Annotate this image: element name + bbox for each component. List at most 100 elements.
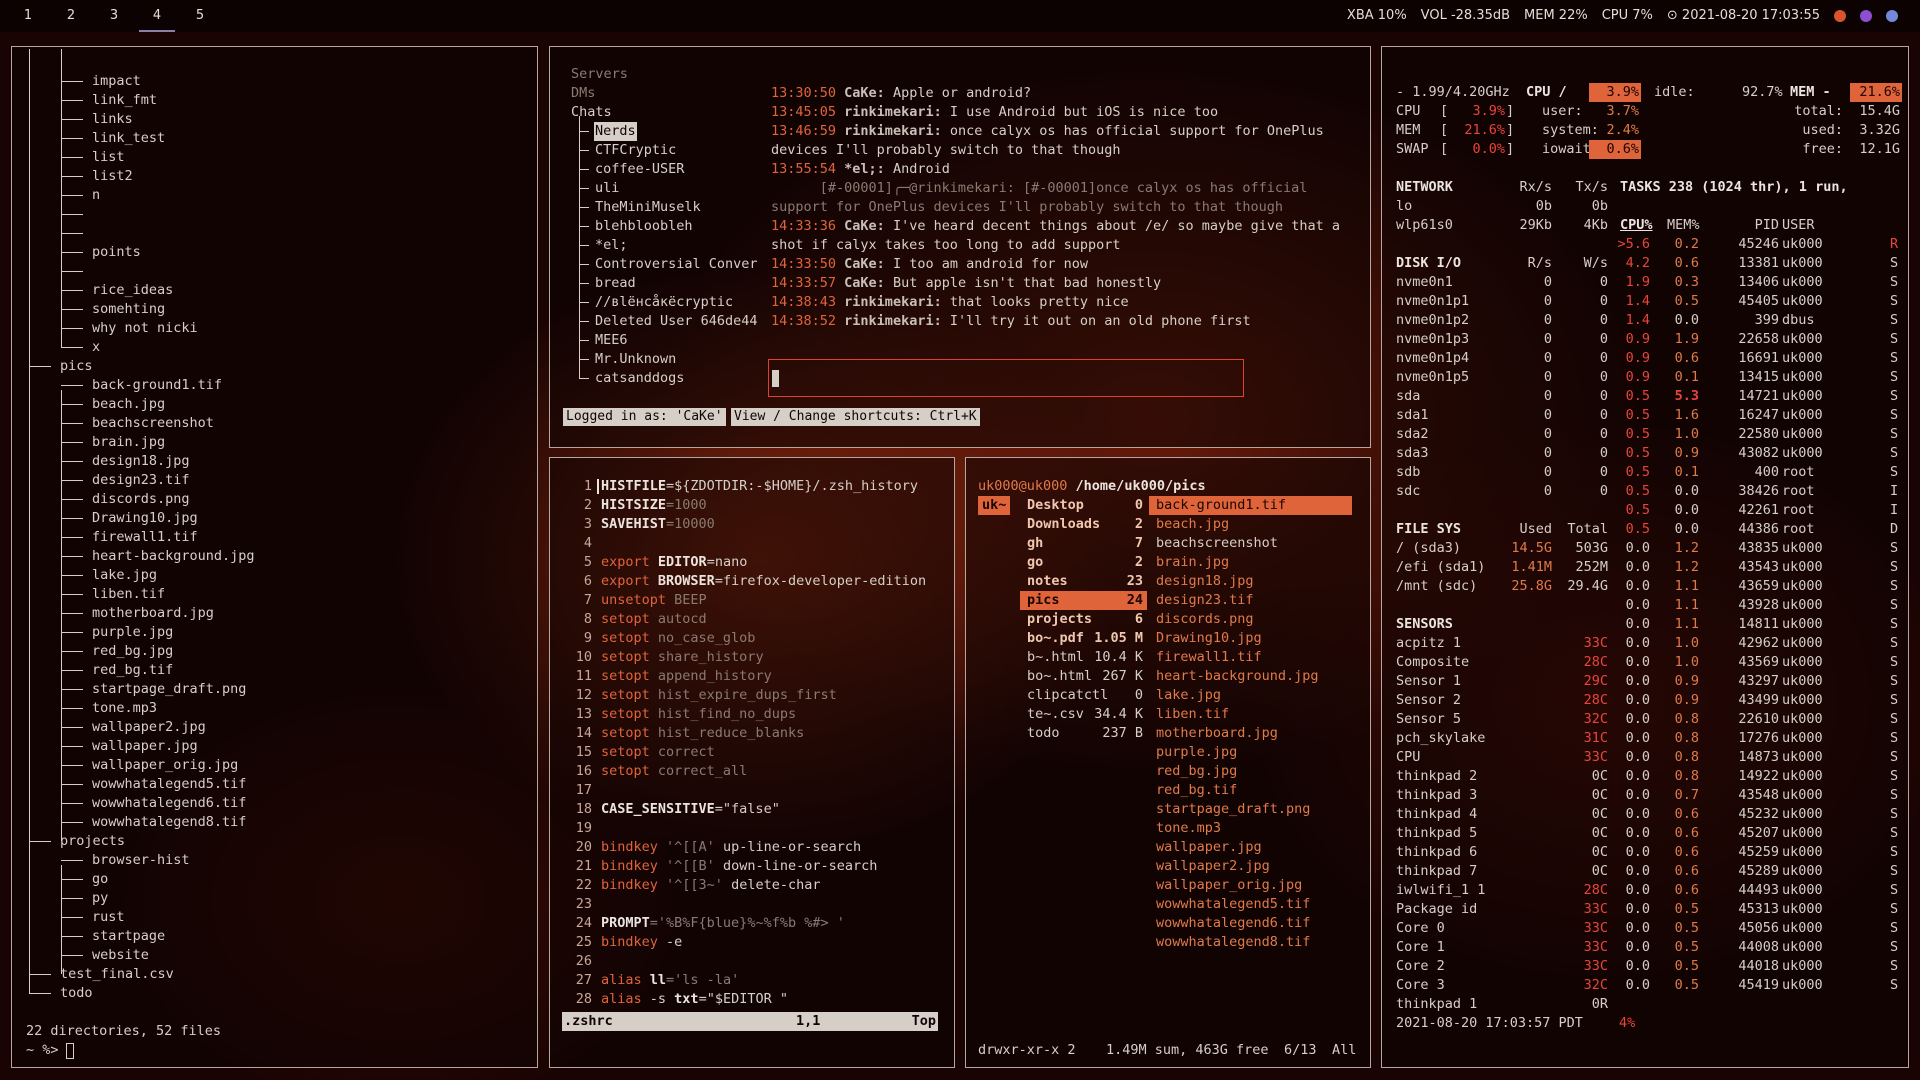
process-row[interactable]: 0.5 5.3 14721 uk000 S xyxy=(1382,387,1908,406)
preview-file[interactable]: discords.png xyxy=(1156,610,1254,629)
preview-file[interactable]: motherboard.jpg xyxy=(1156,724,1278,743)
tree-entry[interactable]: purple.jpg xyxy=(92,623,173,642)
tree-entry[interactable]: rice_ideas xyxy=(92,281,173,300)
process-row[interactable]: 0.5 0.9 43082 uk000 S xyxy=(1382,444,1908,463)
process-row[interactable]: 0.0 0.5 44018 uk000 S xyxy=(1382,957,1908,976)
col-cpu[interactable]: CPU% xyxy=(1620,216,1653,235)
tree-entry[interactable]: back-ground1.tif xyxy=(92,376,222,395)
preview-file[interactable]: red_bg.jpg xyxy=(1156,762,1237,781)
code-line[interactable]: 2 HISTSIZE=1000 xyxy=(562,496,707,515)
message-author[interactable]: rinkimekari: xyxy=(844,123,942,139)
tree-entry[interactable]: links xyxy=(92,110,133,129)
tree-entry[interactable]: list2 xyxy=(92,167,133,186)
process-row[interactable]: 0.0 0.6 45289 uk000 S xyxy=(1382,862,1908,881)
process-row[interactable]: 0.0 0.8 14873 uk000 S xyxy=(1382,748,1908,767)
code-line[interactable]: 4 xyxy=(562,534,601,553)
chat-channel[interactable]: TheMiniMuselk xyxy=(594,198,702,217)
tree-entry[interactable]: impact xyxy=(92,72,141,91)
process-row[interactable]: 0.0 1.0 43569 uk000 S xyxy=(1382,653,1908,672)
message-author[interactable]: CaKe: xyxy=(844,85,885,101)
chat-channel[interactable]: coffee-USER xyxy=(594,160,685,179)
process-row[interactable]: 0.0 0.8 22610 uk000 S xyxy=(1382,710,1908,729)
ranger-entry[interactable]: bo~.pdf 1.05 M xyxy=(1020,629,1147,648)
tree-entry[interactable]: startpage xyxy=(92,927,165,946)
tree-entry[interactable]: list xyxy=(92,148,125,167)
tree-entry[interactable]: wallpaper2.jpg xyxy=(92,718,206,737)
process-row[interactable]: 0.0 1.1 43659 uk000 S xyxy=(1382,577,1908,596)
code-line[interactable]: 7 unsetopt BEEP xyxy=(562,591,707,610)
ranger-entry[interactable]: b~.html 10.4 K xyxy=(1020,648,1147,667)
tree-entry[interactable]: go xyxy=(92,870,108,889)
tree-entry[interactable]: red_bg.tif xyxy=(92,661,173,680)
tree-entry[interactable]: link_test xyxy=(92,129,165,148)
message-author[interactable]: CaKe: xyxy=(844,275,885,291)
orange-swirl-icon[interactable] xyxy=(1834,9,1846,22)
workspace-4[interactable]: 4 xyxy=(139,0,175,32)
code-line[interactable]: 16 setopt correct_all xyxy=(562,762,748,781)
tree-entry[interactable]: brain.jpg xyxy=(92,433,165,452)
tree-entry[interactable]: wallpaper_orig.jpg xyxy=(92,756,238,775)
code-line[interactable]: 12 setopt hist_expire_dups_first xyxy=(562,686,837,705)
preview-file[interactable]: brain.jpg xyxy=(1156,553,1229,572)
preview-file[interactable]: purple.jpg xyxy=(1156,743,1237,762)
process-row[interactable]: 0.5 0.1 400 root S xyxy=(1382,463,1908,482)
chat-channel[interactable]: blehbloobleh xyxy=(594,217,694,236)
chat-channel[interactable]: bread xyxy=(594,274,637,293)
process-row[interactable]: 0.0 0.5 45313 uk000 S xyxy=(1382,900,1908,919)
message-author[interactable]: rinkimekari: xyxy=(844,313,942,329)
code-line[interactable]: 9 setopt no_case_glob xyxy=(562,629,756,648)
process-row[interactable]: 0.0 0.5 45056 uk000 S xyxy=(1382,919,1908,938)
chat-channel[interactable]: catsanddogs xyxy=(594,369,685,388)
preview-file[interactable]: Drawing10.jpg xyxy=(1156,629,1262,648)
process-row[interactable]: 0.0 0.9 43297 uk000 S xyxy=(1382,672,1908,691)
process-row[interactable]: 0.0 0.5 45419 uk000 S xyxy=(1382,976,1908,995)
process-row[interactable]: 0.5 0.0 42261 root I xyxy=(1382,501,1908,520)
process-row[interactable]: 0.0 0.9 43499 uk000 S xyxy=(1382,691,1908,710)
preview-file[interactable]: beachscreenshot xyxy=(1156,534,1278,553)
process-row[interactable]: 0.0 1.1 43928 uk000 S xyxy=(1382,596,1908,615)
preview-file[interactable]: firewall1.tif xyxy=(1156,648,1262,667)
discord-icon[interactable] xyxy=(1886,9,1898,22)
chat-section-chats[interactable]: Chats xyxy=(571,103,612,122)
system-monitor[interactable]: - 1.99/4.20GHz CPU / 3.9% idle: 92.7% MEM - 21… xyxy=(1381,46,1909,1068)
tree-entry[interactable]: x xyxy=(92,338,100,357)
ranger-entry[interactable]: go 2 xyxy=(1020,553,1147,572)
preview-file[interactable]: tone.mp3 xyxy=(1156,819,1221,838)
preview-file[interactable]: startpage_draft.png xyxy=(1156,800,1310,819)
preview-file[interactable]: design23.tif xyxy=(1156,591,1254,610)
code-line[interactable]: 26 xyxy=(562,952,601,971)
code-line[interactable]: 3 SAVEHIST=10000 xyxy=(562,515,715,534)
ranger-entry[interactable]: Downloads 2 xyxy=(1020,515,1147,534)
tree-entry[interactable]: pics xyxy=(60,357,93,376)
process-row[interactable]: 1.4 0.5 45405 uk000 S xyxy=(1382,292,1908,311)
code-line[interactable]: 27 alias ll='ls -la' xyxy=(562,971,739,990)
process-row[interactable]: 0.0 0.6 45207 uk000 S xyxy=(1382,824,1908,843)
process-row[interactable]: 0.0 1.0 42962 uk000 S xyxy=(1382,634,1908,653)
code-line[interactable]: 15 setopt correct xyxy=(562,743,715,762)
tree-entry[interactable]: design18.jpg xyxy=(92,452,190,471)
code-line[interactable]: 22 bindkey '^[[3~' delete-char xyxy=(562,876,821,895)
chat-channel[interactable]: //вlёнсåкёcryptic xyxy=(594,293,734,312)
tree-entry[interactable]: Drawing10.jpg xyxy=(92,509,198,528)
process-row[interactable]: 0.9 0.6 16691 uk000 S xyxy=(1382,349,1908,368)
ranger-entry[interactable]: te~.csv 34.4 K xyxy=(1020,705,1147,724)
ranger-entry[interactable]: clipcatctl 0 xyxy=(1020,686,1147,705)
preview-file[interactable]: wowwhatalegend5.tif xyxy=(1156,895,1310,914)
chat-section-servers[interactable]: Servers xyxy=(571,65,628,84)
chat-channel[interactable]: *el; xyxy=(594,236,629,255)
process-row[interactable]: 0.0 0.6 45232 uk000 S xyxy=(1382,805,1908,824)
preview-file[interactable]: wowwhatalegend6.tif xyxy=(1156,914,1310,933)
tree-entry[interactable]: projects xyxy=(60,832,125,851)
tree-entry[interactable]: points xyxy=(92,243,141,262)
tree-entry[interactable]: wowwhatalegend6.tif xyxy=(92,794,246,813)
chat-channel[interactable]: MEE6 xyxy=(594,331,629,350)
col-pid[interactable]: PID xyxy=(1734,216,1779,235)
col-mem[interactable]: MEM% xyxy=(1667,216,1700,235)
preview-file[interactable]: design18.jpg xyxy=(1156,572,1254,591)
preview-file[interactable]: lake.jpg xyxy=(1156,686,1221,705)
tree-entry[interactable]: browser-hist xyxy=(92,851,190,870)
tree-entry[interactable]: firewall1.tif xyxy=(92,528,198,547)
chat-section-dms[interactable]: DMs xyxy=(571,84,595,103)
process-row[interactable]: 0.0 0.6 44493 uk000 S xyxy=(1382,881,1908,900)
tree-entry[interactable]: todo xyxy=(60,984,93,1003)
